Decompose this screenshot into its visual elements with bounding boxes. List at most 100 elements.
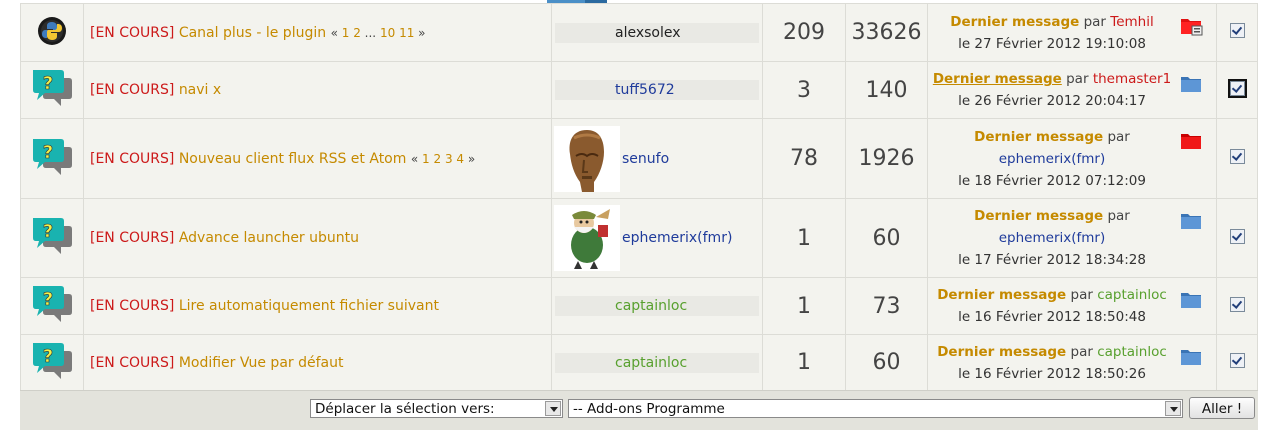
author-name[interactable]: tuff5672 [555,80,759,100]
last-post-author[interactable]: Temhil [1110,14,1153,30]
last-post-author[interactable]: themaster1 [1093,71,1171,87]
page-link-2[interactable]: 2 [433,152,441,166]
author-name[interactable]: captainloc [555,352,759,373]
topic-pages: « 1 2 3 4 » [411,152,475,166]
last-post-par: par [1066,71,1089,87]
move-selection-select[interactable]: Déplacer la sélection vers: [310,399,563,418]
author-name[interactable]: senufo [622,151,669,167]
author-cell: captainloc [551,277,763,335]
last-post-author[interactable]: captainloc [1097,287,1167,303]
views-count: 140 [845,61,928,119]
last-post-cell: Dernier message par Temhil le 27 Février… [927,3,1217,62]
last-post-author[interactable]: ephemerix(fmr) [928,148,1176,170]
topic-table: [EN COURS] Canal plus - le plugin « 1 2 … [20,3,1258,391]
views-count: 73 [845,277,928,335]
last-post-link[interactable]: Dernier message [937,287,1066,303]
topic-title-link[interactable]: Advance launcher ubuntu [179,230,359,246]
topic-title-link[interactable]: Nouveau client flux RSS et Atom [179,151,407,167]
topic-status: [EN COURS] [90,298,175,314]
select-checkbox[interactable] [1229,228,1245,244]
select-checkbox[interactable] [1229,296,1245,312]
last-post-cell: Dernier message par themaster1 le 26 Fév… [927,61,1217,119]
forum-target-select[interactable]: -- Add-ons Programme [568,399,1183,418]
pages-close: » [467,151,476,166]
dropdown-arrow-icon[interactable] [545,401,561,416]
last-post-link[interactable]: Dernier message [937,344,1066,360]
topic-row: ? [EN COURS] Advance launcher ubuntu eph… [20,198,1258,278]
topic-title-cell: [EN COURS] Canal plus - le plugin « 1 2 … [83,3,552,62]
svg-text:?: ? [43,142,53,163]
select-checkbox[interactable] [1227,78,1247,98]
topic-title-link[interactable]: Modifier Vue par défaut [179,355,344,371]
topic-icon-cell: ? [20,334,84,391]
last-post-link[interactable]: Dernier message [974,129,1103,145]
replies-count: 3 [762,61,846,119]
last-post-par: par [1083,13,1106,30]
page-link-3[interactable]: 3 [445,152,453,166]
pages-close: » [418,25,426,40]
topic-title-link[interactable]: Canal plus - le plugin [179,25,326,41]
page-link-1[interactable]: 1 [342,26,350,40]
topic-title-cell: [EN COURS] Lire automatiquement fichier … [83,277,552,335]
author-name[interactable]: captainloc [555,296,759,316]
views-count: 33626 [845,3,928,62]
author-name[interactable]: alexsolex [555,22,759,43]
pages-ellipsis: ... [364,25,377,40]
folder-hot-icon [1181,134,1201,149]
last-post-date: le 26 Février 2012 20:04:17 [958,93,1146,109]
select-checkbox-cell [1216,334,1258,391]
topic-title-cell: [EN COURS] Modifier Vue par défaut [83,334,552,391]
go-button[interactable]: Aller ! [1189,397,1255,419]
topic-row: ? [EN COURS] navi x tuff5672 3 140 Derni… [20,61,1258,119]
pages-open: « [330,25,338,40]
last-post-par: par [1107,208,1130,224]
topic-icon-cell: ? [20,61,84,119]
topic-title-link[interactable]: navi x [179,82,221,98]
page-link-2[interactable]: 2 [353,26,361,40]
last-post-link[interactable]: Dernier message [974,208,1103,224]
svg-text:?: ? [43,289,53,310]
author-cell: alexsolex [551,3,763,62]
topic-status: [EN COURS] [90,230,175,246]
topic-status: [EN COURS] [90,354,175,371]
last-post-link[interactable]: Dernier message [950,14,1079,30]
last-post-date: le 18 Février 2012 07:12:09 [958,172,1146,189]
dropdown-arrow-icon[interactable] [1165,401,1181,416]
folder-icon [1181,77,1201,92]
select-checkbox[interactable] [1229,23,1245,38]
author-name[interactable]: ephemerix(fmr) [622,230,732,246]
topic-pages: « 1 2 ... 10 11 » [331,26,426,40]
views-count: 1926 [845,118,928,199]
svg-text:?: ? [43,73,53,94]
question-bubble-icon: ? [33,342,72,379]
topic-title-link[interactable]: Lire automatiquement fichier suivant [179,298,439,314]
moderation-bar: Déplacer la sélection vers: -- Add-ons P… [20,390,1258,430]
author-cell: senufo [551,118,763,199]
last-post-date: le 17 Février 2012 18:34:28 [958,252,1146,268]
author-cell: tuff5672 [551,61,763,119]
topic-icon-cell: ? [20,198,84,278]
topic-status: [EN COURS] [90,82,175,98]
forum-target-label: -- Add-ons Programme [573,401,725,417]
last-post-link[interactable]: Dernier message [933,71,1062,87]
page-link-11[interactable]: 11 [399,26,414,40]
pages-open: « [410,151,419,166]
select-checkbox-cell [1216,118,1258,199]
last-post-cell: Dernier message par ephemerix(fmr) le 17… [927,198,1217,278]
svg-text:?: ? [43,221,53,242]
last-post-par: par [1070,343,1093,360]
author-cell: captainloc [551,334,763,391]
select-checkbox[interactable] [1229,149,1245,164]
select-checkbox[interactable] [1229,353,1245,368]
question-bubble-icon: ? [33,286,72,322]
last-post-author[interactable]: ephemerix(fmr) [928,227,1176,249]
folder-icon [1181,214,1201,229]
page-link-4[interactable]: 4 [456,152,464,166]
replies-count: 1 [762,277,846,335]
replies-count: 209 [762,3,846,62]
page-link-10[interactable]: 10 [380,26,395,40]
replies-count: 78 [762,118,846,199]
last-post-par: par [1070,287,1093,303]
last-post-author[interactable]: captainloc [1097,344,1167,360]
page-link-1[interactable]: 1 [422,152,430,166]
